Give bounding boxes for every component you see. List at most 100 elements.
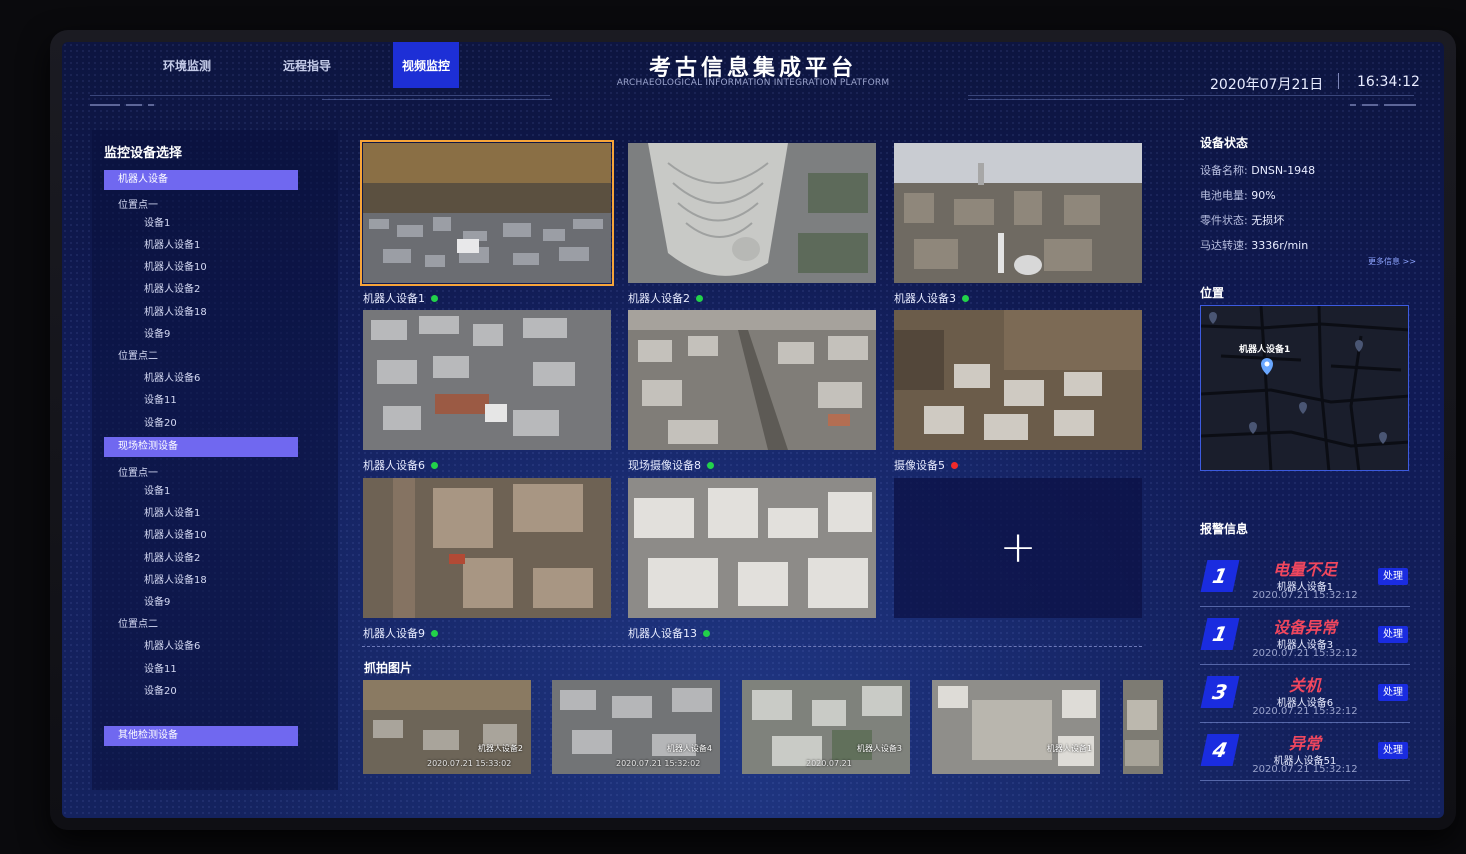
header-line-right [968,95,1414,96]
status-key: 电池电量: [1200,189,1248,202]
video-feed-3[interactable] [894,143,1142,283]
device-node[interactable]: 机器人设备18 [144,303,207,318]
alarm-time: 2020.07.21 15:32:12 [1252,590,1358,601]
location-map[interactable]: 机器人设备1 [1200,305,1409,471]
video-feed-2[interactable] [628,143,876,283]
video-label-text: 机器人设备3 [894,292,956,305]
snapshot-device-label: 机器人设备1 [1046,744,1092,753]
location-node[interactable]: 位置点一 [118,196,158,211]
video-label-text: 机器人设备1 [363,292,425,305]
video-label-5: 现场摄像设备8 [628,457,714,473]
alarm-type: 异常 [1288,734,1321,753]
status-value: 90% [1251,189,1276,202]
device-node[interactable]: 设备20 [144,682,177,697]
header-dash [90,104,120,106]
robot-location-marker[interactable] [1261,358,1273,375]
device-node[interactable]: 机器人设备1 [144,504,200,519]
status-dot [431,294,438,302]
snapshot-image [932,680,1100,774]
device-node[interactable]: 机器人设备10 [144,258,207,273]
device-node[interactable]: 设备11 [144,391,177,406]
video-frame-hillside-houses [894,310,1142,450]
status-row-battery: 电池电量: 90% [1200,187,1276,203]
add-video-button[interactable]: + [894,478,1142,618]
handle-alarm-button[interactable]: 处理 [1378,684,1408,701]
device-node[interactable]: 机器人设备18 [144,571,207,586]
snapshot-device-label: 机器人设备3 [856,744,902,753]
device-node[interactable]: 机器人设备2 [144,280,200,295]
device-node[interactable]: 设备11 [144,660,177,675]
video-label-text: 摄像设备5 [894,459,945,472]
alarm-index: 1 [1200,618,1240,650]
category-other-detection-devices[interactable]: 其他检测设备 [104,726,298,746]
alarm-time: 2020.07.21 15:32:12 [1252,706,1358,717]
video-label-text: 机器人设备13 [628,627,697,640]
video-label-3: 机器人设备3 [894,290,969,306]
alarm-item: 3 关机 机器人设备6 2020.07.21 15:32:12 处理 [1200,666,1410,723]
video-frame-dense-rooftops [363,310,611,450]
video-label-text: 现场摄像设备8 [628,459,701,472]
alarm-type: 设备异常 [1272,618,1337,637]
device-node[interactable]: 机器人设备6 [144,637,200,652]
category-robot-devices[interactable]: 机器人设备 [104,170,298,190]
video-feed-6[interactable] [894,310,1142,450]
status-key: 马达转速: [1200,239,1248,252]
status-row-motor: 马达转速: 3336r/min [1200,237,1308,253]
alarm-time: 2020.07.21 15:32:12 [1252,648,1358,659]
alarm-item: 4 异常 机器人设备51 2020.07.21 15:32:12 处理 [1200,724,1410,781]
alarm-index: 4 [1200,734,1240,766]
header-separator [1338,73,1339,89]
video-feed-5[interactable] [628,310,876,450]
snapshot-4[interactable]: 机器人设备1 [932,680,1100,774]
snapshot-time-label: 2020.07.21 15:32:02 [616,759,701,768]
video-frame-amphitheater [628,143,876,283]
handle-alarm-button[interactable]: 处理 [1378,626,1408,643]
video-feed-7[interactable] [363,478,611,618]
device-node[interactable]: 设备1 [144,214,170,229]
device-node[interactable]: 机器人设备1 [144,236,200,251]
snapshot-device-label: 机器人设备4 [666,744,712,753]
snapshot-2[interactable]: 机器人设备4 2020.07.21 15:32:02 [552,680,720,774]
device-node[interactable]: 机器人设备2 [144,549,200,564]
video-label-8: 机器人设备13 [628,625,710,641]
video-label-2: 机器人设备2 [628,290,703,306]
alarm-type: 电量不足 [1272,560,1337,579]
status-dot [431,629,438,637]
video-feed-4[interactable] [363,310,611,450]
video-feed-8[interactable] [628,478,876,618]
snapshot-image [1123,680,1163,774]
device-node[interactable]: 设备9 [144,325,170,340]
video-feed-1[interactable] [360,140,614,286]
more-info-link[interactable]: 更多信息 >> [1368,256,1416,267]
video-label-text: 机器人设备2 [628,292,690,305]
location-node[interactable]: 位置点二 [118,615,158,630]
handle-alarm-button[interactable]: 处理 [1378,568,1408,585]
header-dash [1362,104,1378,106]
snapshot-5-partial[interactable] [1123,680,1163,774]
location-node[interactable]: 位置点一 [118,464,158,479]
status-dot [951,461,958,469]
device-node[interactable]: 设备1 [144,482,170,497]
snapshot-1[interactable]: 机器人设备2 2020.07.21 15:33:02 [363,680,531,774]
status-value: 无损坏 [1251,214,1285,227]
location-node[interactable]: 位置点二 [118,347,158,362]
plus-icon: + [999,522,1037,573]
current-time: 16:34:12 [1357,74,1420,90]
snapshot-device-label: 机器人设备2 [477,744,523,753]
snapshot-3[interactable]: 机器人设备3 2020.07.21 [742,680,910,774]
status-dot [707,461,714,469]
device-node[interactable]: 设备20 [144,414,177,429]
alarm-type: 关机 [1288,676,1321,695]
device-node[interactable]: 设备9 [144,593,170,608]
status-key: 零件状态: [1200,214,1248,227]
map-marker-label: 机器人设备1 [1239,345,1291,355]
category-field-detection-devices[interactable]: 现场检测设备 [104,437,298,457]
header-line-left-inner [322,99,552,100]
handle-alarm-button[interactable]: 处理 [1378,742,1408,759]
video-frame-aerial-cliff-town [363,143,611,283]
device-node[interactable]: 机器人设备10 [144,526,207,541]
video-frame-city-ruins [894,143,1142,283]
video-label-text: 机器人设备9 [363,627,425,640]
alarm-index: 1 [1200,560,1240,592]
device-node[interactable]: 机器人设备6 [144,369,200,384]
